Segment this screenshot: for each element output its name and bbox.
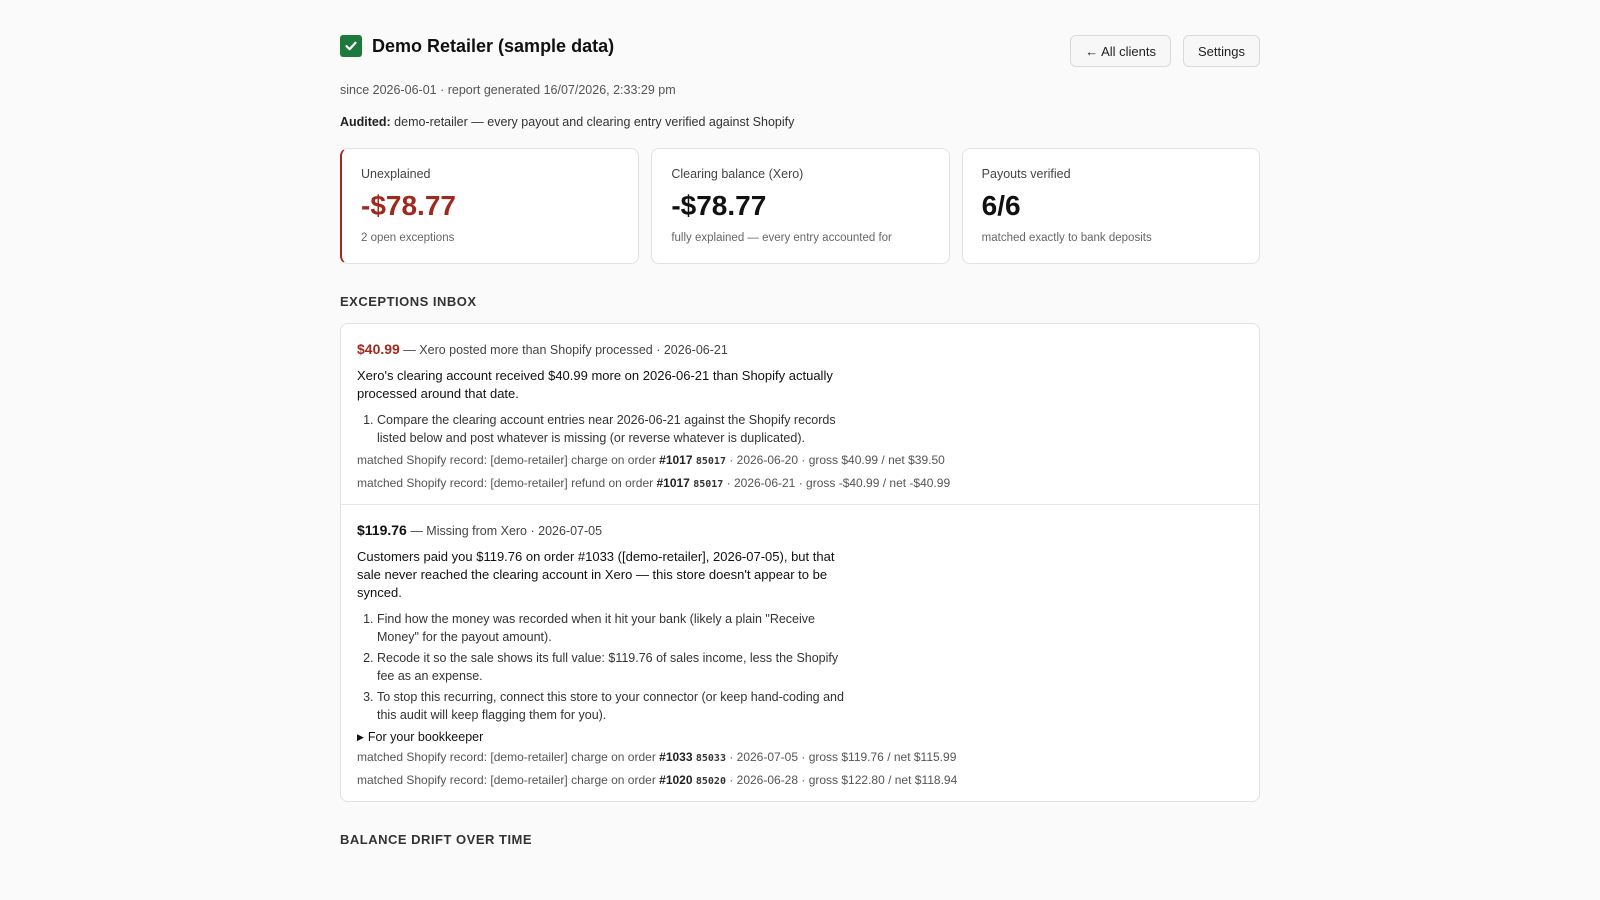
exception-summary: — Xero posted more than Shopify processe… [399,343,728,357]
card-value: -$78.77 [671,190,767,221]
audited-label: Audited: [340,115,391,129]
exception-steps: Compare the clearing account entries nea… [357,411,847,447]
matched-record: matched Shopify record: [demo-retailer] … [357,453,1243,467]
exception-header: $40.99 — Xero posted more than Shopify p… [357,341,1243,357]
bookkeeper-disclosure[interactable]: ▶ For your bookkeeper [357,730,1243,744]
matched-record: matched Shopify record: [demo-retailer] … [357,773,1243,787]
record-code: 85020 [695,776,726,787]
step-item: Compare the clearing account entries nea… [377,411,847,447]
balance-drift-title: BALANCE DRIFT OVER TIME [340,832,533,847]
exception-steps: Find how the money was recorded when it … [357,610,847,724]
matched-record: matched Shopify record: [demo-retailer] … [357,750,1243,764]
record-code: 85033 [695,753,726,764]
step-item: Find how the money was recorded when it … [377,610,847,646]
step-item: Recode it so the sale shows its full val… [377,649,847,685]
exception-item: $40.99 — Xero posted more than Shopify p… [341,324,1259,505]
card-label: Unexplained [361,167,431,181]
record-order: #1017 [659,453,693,467]
exception-description: Xero's clearing account received $40.99 … [357,368,833,401]
record-details: · 2026-06-28 · gross $122.80 / net $118.… [725,773,958,787]
exception-header: $119.76 — Missing from Xero · 2026-07-05 [357,522,1243,538]
title-row: Demo Retailer (sample data) [340,35,614,57]
card-sub: fully explained — every entry accounted … [671,232,892,244]
card-label: Payouts verified [981,167,1071,181]
card-value: 6/6 [981,190,1021,221]
record-prefix: matched Shopify record: [demo-retailer] … [357,453,660,467]
record-order: #1017 [656,476,690,490]
exceptions-inbox: $40.99 — Xero posted more than Shopify p… [340,323,1260,802]
record-details: · 2026-06-21 · gross -$40.99 / net -$40.… [723,476,951,490]
report-meta: since 2026-06-01 · report generated 16/0… [340,83,676,97]
record-details: · 2026-07-05 · gross $119.76 / net $115.… [725,750,957,764]
step-item: To stop this recurring, connect this sto… [377,688,847,724]
unexplained-card: Unexplained -$78.77 2 open exceptions [340,148,640,264]
payouts-verified-card: Payouts verified 6/6 matched exactly to … [961,148,1260,264]
record-order: #1020 [659,773,693,787]
record-details: · 2026-06-20 · gross $40.99 / net $39.50 [725,453,945,467]
all-clients-button[interactable]: ← All clients [1070,35,1172,67]
audited-line: Audited: demo-retailer — every payout an… [340,114,1260,148]
audited-text: demo-retailer — every payout and clearin… [390,115,795,129]
check-icon [340,35,362,57]
exception-amount: $119.76 [357,522,407,538]
header: Demo Retailer (sample data) ← All client… [340,0,1260,82]
settings-button[interactable]: Settings [1183,35,1260,67]
record-prefix: matched Shopify record: [demo-retailer] … [357,773,660,787]
header-buttons: ← All clients Settings [1070,35,1260,67]
exception-description: Customers paid you $119.76 on order #103… [357,549,835,600]
record-code: 85017 [695,456,726,467]
exception-item: $119.76 — Missing from Xero · 2026-07-05… [341,505,1259,801]
exceptions-inbox-title: EXCEPTIONS INBOX [340,294,477,309]
card-label: Clearing balance (Xero) [671,167,804,181]
record-code: 85017 [693,479,724,490]
clearing-balance-card: Clearing balance (Xero) -$78.77 fully ex… [651,148,950,264]
report-page: Demo Retailer (sample data) ← All client… [340,0,1260,847]
triangle-right-icon: ▶ [357,731,364,742]
page-title: Demo Retailer (sample data) [372,35,615,56]
bookkeeper-label: For your bookkeeper [367,730,484,744]
card-sub: 2 open exceptions [361,232,455,244]
record-prefix: matched Shopify record: [demo-retailer] … [357,750,660,764]
exception-amount: $40.99 [357,341,400,357]
card-sub: matched exactly to bank deposits [981,232,1152,244]
summary-cards: Unexplained -$78.77 2 open exceptions Cl… [340,148,1260,264]
record-order: #1033 [659,750,693,764]
record-prefix: matched Shopify record: [demo-retailer] … [357,476,657,490]
card-value: -$78.77 [361,190,456,221]
exception-summary: — Missing from Xero · 2026-07-05 [406,524,603,538]
matched-record: matched Shopify record: [demo-retailer] … [357,476,1243,490]
